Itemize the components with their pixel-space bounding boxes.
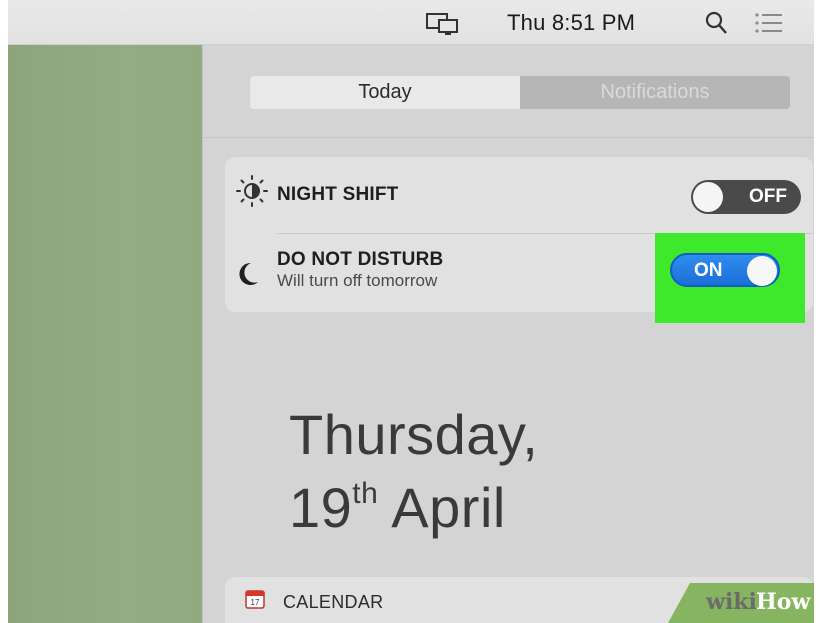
- date-day: 19: [289, 476, 353, 539]
- date-month: April: [391, 476, 506, 539]
- screen-mirroring-icon[interactable]: [426, 12, 460, 36]
- night-shift-toggle[interactable]: OFF: [691, 180, 801, 214]
- watermark-how: How: [756, 589, 811, 615]
- menu-bar-clock[interactable]: Thu 8:51 PM: [507, 10, 635, 36]
- night-shift-toggle-state: OFF: [749, 186, 787, 207]
- tab-today[interactable]: Today: [250, 76, 520, 109]
- panel-divider: [203, 137, 814, 138]
- tab-notifications[interactable]: Notifications: [520, 76, 790, 109]
- desktop-wallpaper: [8, 45, 202, 623]
- calendar-title: CALENDAR: [283, 592, 384, 612]
- calendar-icon: 17: [245, 590, 265, 609]
- date-weekday: Thursday,: [289, 403, 539, 466]
- night-shift-sun-icon: [236, 175, 268, 207]
- wikihow-watermark: wiki How: [668, 583, 814, 623]
- night-shift-label: NIGHT SHIFT: [277, 184, 399, 205]
- watermark-wiki: wiki: [706, 589, 757, 615]
- search-icon[interactable]: [704, 10, 728, 36]
- moon-icon: [239, 262, 258, 285]
- notification-center-list-icon[interactable]: [754, 12, 784, 34]
- svg-text:17: 17: [251, 598, 260, 607]
- do-not-disturb-toggle[interactable]: ON: [670, 253, 780, 287]
- date-suffix: th: [352, 477, 379, 510]
- toggle-knob: [693, 182, 723, 212]
- menu-bar: Thu 8:51 PM: [8, 0, 814, 45]
- notification-center-panel: Today Notifications NIGHT SHIFT OFF DO N…: [202, 45, 814, 623]
- today-notifications-segmented-control: Today Notifications: [250, 76, 790, 109]
- do-not-disturb-subtitle: Will turn off tomorrow: [277, 271, 438, 290]
- do-not-disturb-toggle-state: ON: [694, 260, 723, 281]
- screenshot-stage: Thu 8:51 PM Today Notifications NIGHT SH…: [8, 0, 814, 623]
- toggle-knob: [747, 256, 777, 286]
- do-not-disturb-label: DO NOT DISTURB: [277, 249, 444, 270]
- date-day-month: 19th April: [289, 475, 506, 540]
